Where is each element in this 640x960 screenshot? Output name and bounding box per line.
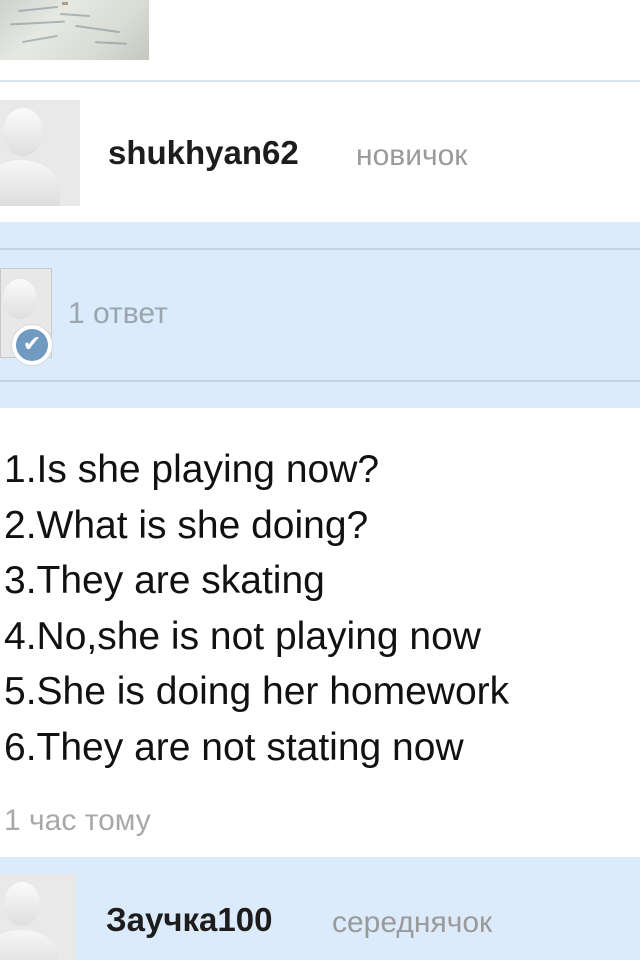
answer-line: 6.They are not stating now (4, 725, 464, 769)
question-author-rank: новичок (356, 139, 468, 172)
divider (0, 380, 640, 382)
next-answer-author-avatar[interactable] (0, 874, 76, 960)
answer-line: 4.No,she is not playing now (4, 614, 481, 658)
answer-body: 1.Is she playing now? 2.What is she doin… (4, 442, 640, 775)
answer-line: 3.They are skating (4, 559, 325, 602)
next-answer-author-panel (0, 857, 640, 960)
answer-count: 1 ответ (68, 297, 168, 330)
next-answer-author-username[interactable]: Заучка100 (106, 901, 272, 939)
answer-line: 1.Is she playing now? (4, 448, 380, 491)
divider (0, 248, 640, 250)
answer-timestamp: 1 час тому (4, 804, 151, 837)
answer-line: 2.What is she doing? (4, 503, 369, 547)
question-author-username[interactable]: shukhyan62 (108, 134, 299, 172)
answer-line: 5.She is doing her homework (4, 670, 510, 713)
verified-check-icon: ✔ (12, 325, 52, 365)
question-attachment-image[interactable] (0, 0, 149, 60)
next-answer-author-rank: середнячок (332, 906, 493, 939)
question-author-avatar[interactable] (0, 100, 80, 206)
divider (0, 80, 640, 82)
